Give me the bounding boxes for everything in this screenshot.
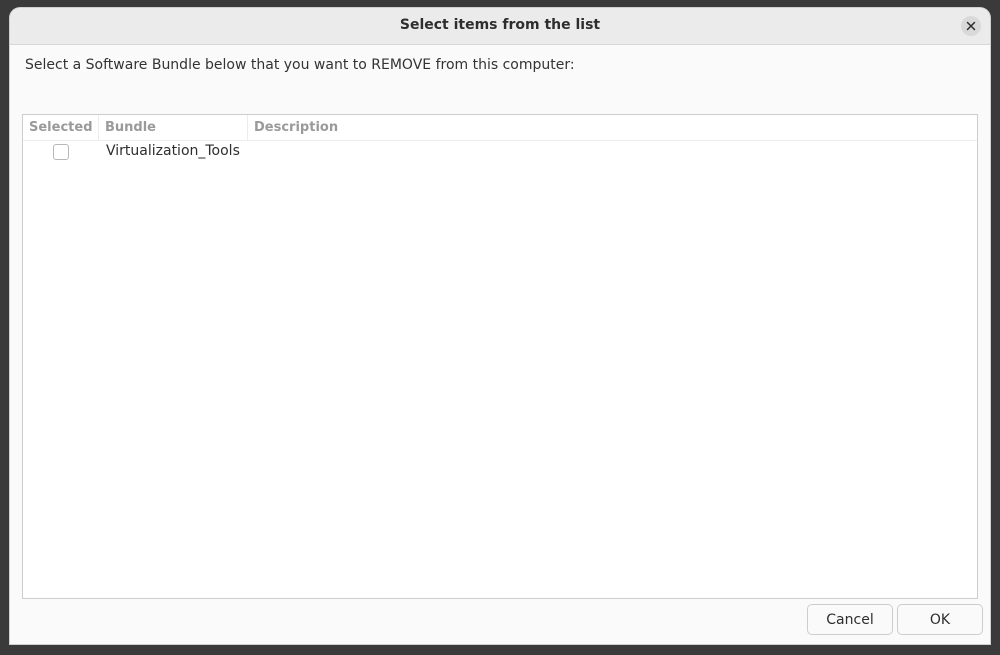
bundle-name-cell: Virtualization_Tools bbox=[106, 143, 240, 159]
cancel-button[interactable]: Cancel bbox=[807, 604, 893, 635]
list-row[interactable]: Virtualization_Tools bbox=[23, 141, 977, 165]
title-bar[interactable]: Select items from the list bbox=[10, 8, 990, 45]
list-header: Selected Bundle Description bbox=[23, 115, 977, 141]
column-header-bundle[interactable]: Bundle bbox=[99, 115, 248, 140]
dialog-window: Select items from the list Select a Soft… bbox=[10, 8, 990, 644]
bundle-list[interactable]: Selected Bundle Description Virtualizati… bbox=[22, 114, 978, 599]
column-header-description[interactable]: Description bbox=[248, 115, 977, 140]
instruction-text: Select a Software Bundle below that you … bbox=[25, 57, 575, 73]
ok-button[interactable]: OK bbox=[897, 604, 983, 635]
row-checkbox[interactable] bbox=[53, 144, 69, 160]
close-button[interactable] bbox=[961, 16, 981, 36]
column-header-selected[interactable]: Selected bbox=[23, 115, 99, 140]
dialog-title: Select items from the list bbox=[399, 17, 601, 33]
close-icon bbox=[966, 21, 976, 31]
